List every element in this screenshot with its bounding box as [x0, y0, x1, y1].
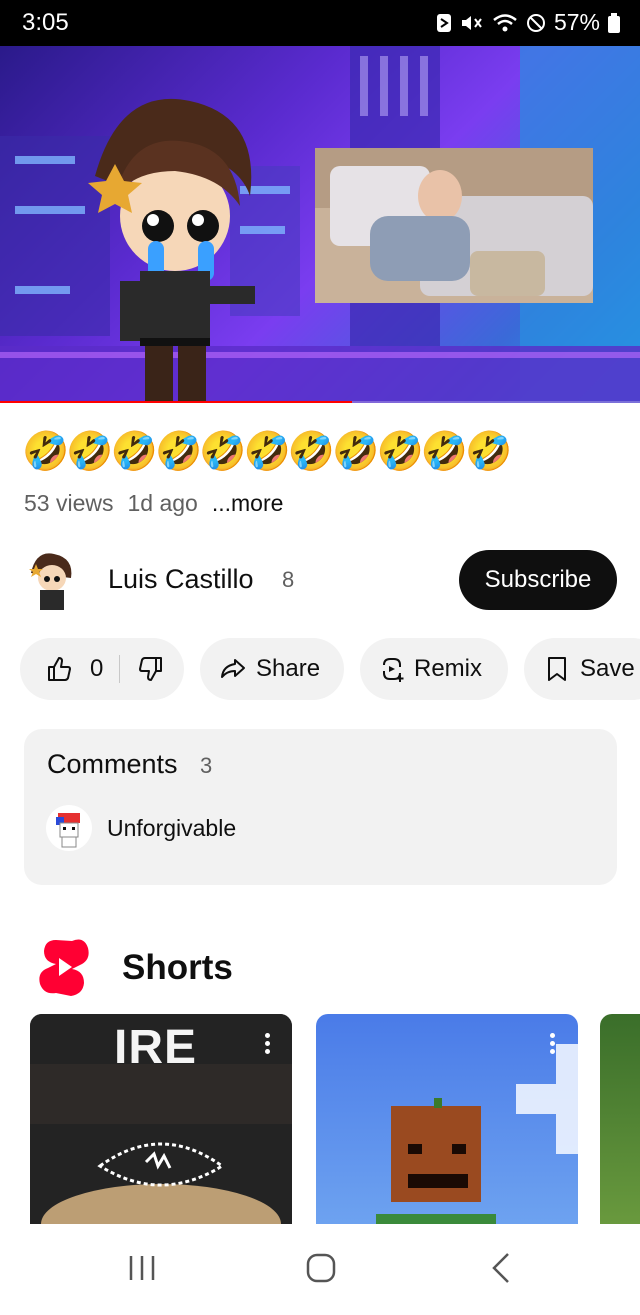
video-progress-bar[interactable]: [0, 401, 640, 403]
status-time: 3:05: [22, 9, 69, 36]
bookmark-icon: [548, 657, 566, 681]
short-card[interactable]: [600, 1014, 640, 1228]
short-overlay-text: IRE: [114, 1021, 198, 1074]
thumbs-up-icon: [48, 657, 71, 681]
dislike-button[interactable]: [138, 656, 164, 682]
system-nav-bar: [0, 1224, 640, 1315]
thumbs-down-icon: [139, 657, 163, 681]
comments-panel[interactable]: Comments 3 Unforgivable: [24, 729, 617, 885]
status-icons: 57%: [436, 9, 620, 36]
remix-button[interactable]: Remix: [360, 638, 508, 700]
shorts-title: Shorts: [122, 948, 233, 987]
wifi-icon: [492, 13, 518, 33]
short-menu-icon[interactable]: [542, 1030, 562, 1060]
remix-label: Remix: [414, 655, 483, 682]
upload-age: 1d ago: [127, 490, 198, 516]
subscribe-button[interactable]: Subscribe: [459, 550, 617, 610]
nfc-icon: [436, 13, 452, 33]
video-details-sheet: 🤣🤣🤣🤣🤣🤣🤣🤣🤣🤣🤣 53 views 1d ago ...more Luis…: [0, 404, 640, 1228]
comment-author: Unforgivable: [107, 815, 237, 841]
like-button[interactable]: 0: [46, 655, 103, 683]
save-button[interactable]: Save: [524, 638, 640, 700]
share-icon: [221, 659, 245, 678]
video-progress-fill: [0, 401, 352, 403]
like-divider: [119, 655, 121, 683]
shorts-logo-icon: [39, 939, 89, 996]
battery-icon: [608, 12, 620, 33]
remix-icon: [383, 658, 404, 682]
shorts-header: Shorts: [0, 934, 640, 1004]
channel-row: Luis Castillo 8 Subscribe: [0, 548, 640, 612]
channel-name[interactable]: Luis Castillo: [108, 564, 254, 595]
view-count: 53 views: [24, 490, 114, 516]
subscriber-count: 8: [282, 567, 295, 592]
home-button[interactable]: [305, 1252, 337, 1289]
short-card[interactable]: IRE: [30, 1014, 292, 1228]
like-count: 0: [90, 655, 104, 682]
action-bar: 0 Share Remix Save: [0, 638, 640, 700]
back-button[interactable]: [490, 1252, 512, 1289]
battery-percent: 57%: [553, 9, 600, 35]
video-title[interactable]: 🤣🤣🤣🤣🤣🤣🤣🤣🤣🤣🤣: [22, 430, 512, 474]
recent-apps-icon: [129, 1256, 155, 1280]
commenter-avatar: [46, 805, 92, 851]
channel-avatar[interactable]: [26, 548, 76, 610]
share-label: Share: [256, 655, 321, 682]
do-not-disturb-icon: [526, 13, 546, 33]
short-thumbnail: [376, 1044, 578, 1228]
recent-apps-button[interactable]: [128, 1252, 156, 1289]
video-player[interactable]: [0, 46, 640, 403]
home-icon: [306, 1253, 336, 1283]
share-button[interactable]: Share: [200, 638, 344, 700]
more-link[interactable]: ...more: [212, 490, 284, 517]
short-card[interactable]: [316, 1014, 578, 1228]
video-frame: [0, 46, 640, 403]
video-meta[interactable]: 53 views 1d ago ...more: [24, 490, 283, 517]
short-menu-icon[interactable]: [257, 1030, 277, 1060]
save-label: Save: [580, 655, 635, 682]
mute-icon: [460, 13, 484, 33]
comments-count: 3: [200, 753, 213, 778]
status-bar: 3:05 57%: [0, 0, 640, 46]
back-icon: [492, 1253, 509, 1283]
like-dislike-pill: 0: [20, 638, 184, 700]
comments-title: Comments: [47, 749, 178, 779]
